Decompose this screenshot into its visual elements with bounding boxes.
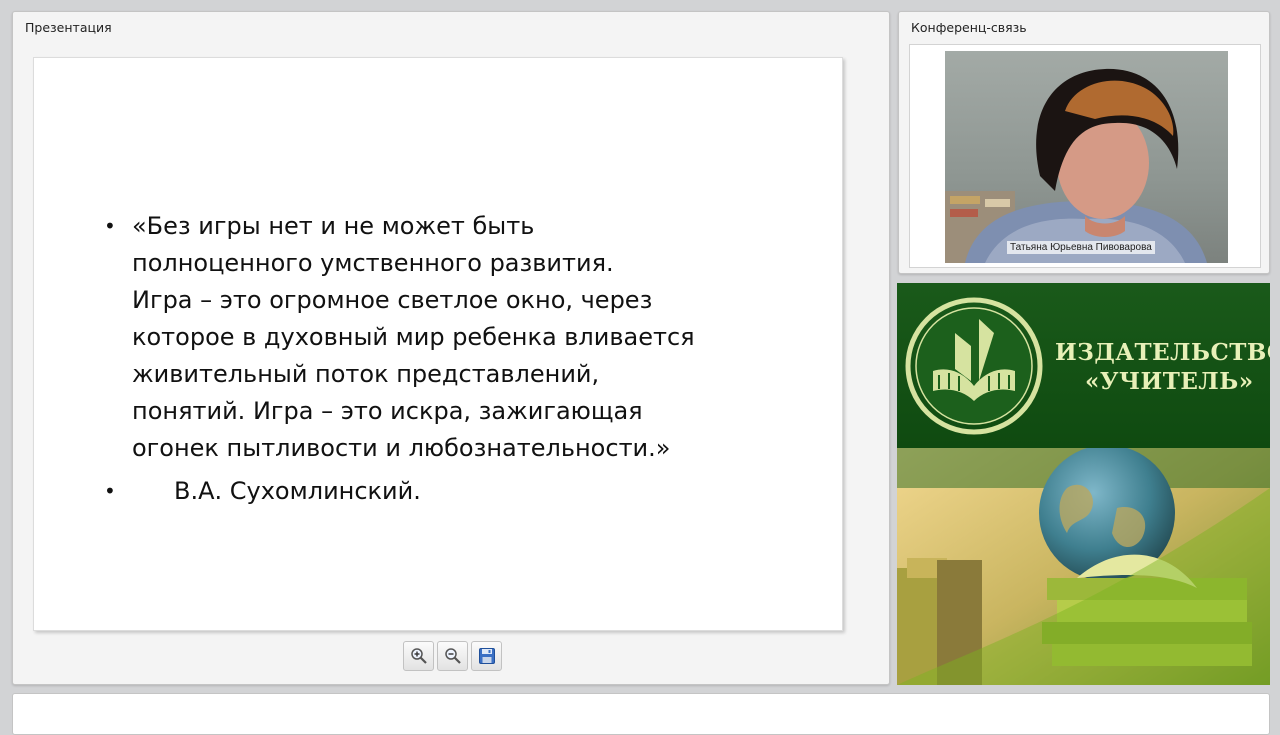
presentation-panel: Презентация • «Без игры нет и не может б… <box>12 11 890 685</box>
save-button[interactable] <box>471 641 502 671</box>
participant-name-label: Татьяна Юрьевна Пивоварова <box>1007 241 1155 254</box>
conference-panel: Конференц-связь Татьяна Юрьевна Пивоваро… <box>898 11 1270 274</box>
publisher-banner: ИЗДАТЕЛЬСТВО «УЧИТЕЛЬ» <box>897 283 1270 685</box>
quote-line: живительный поток представлений, <box>132 360 600 388</box>
presentation-slide: • «Без игры нет и не может быть полноцен… <box>33 57 843 631</box>
publisher-name-line2: «УЧИТЕЛЬ» <box>1085 368 1254 395</box>
slide-author: • В.А. Сухомлинский. <box>104 473 772 510</box>
zoom-in-button[interactable] <box>403 641 434 671</box>
conference-panel-title: Конференц-связь <box>911 20 1027 35</box>
zoom-out-button[interactable] <box>437 641 468 671</box>
quote-line: Игра – это огромное светлое окно, через <box>132 286 653 314</box>
slide-bullet-list: • «Без игры нет и не может быть полноцен… <box>104 208 772 510</box>
bottom-panel <box>12 693 1270 735</box>
bullet-marker: • <box>104 479 116 503</box>
quote-line: которое в духовный мир ребенка вливается <box>132 323 695 351</box>
participant-video[interactable]: Татьяна Юрьевна Пивоварова <box>945 51 1228 263</box>
quote-line: полноценного умственного развития. <box>132 249 614 277</box>
publisher-logo-icon <box>905 297 1043 435</box>
floppy-disk-icon <box>478 648 495 664</box>
zoom-out-icon <box>444 648 461 664</box>
presentation-toolbar <box>403 641 502 671</box>
quote-line: понятий. Игра – это искра, зажигающая <box>132 397 643 425</box>
quote-line: огонек пытливости и любознательности.» <box>132 434 671 462</box>
slide-quote: • «Без игры нет и не может быть полноцен… <box>104 208 772 467</box>
presentation-panel-title: Презентация <box>25 20 112 35</box>
video-container: Татьяна Юрьевна Пивоварова <box>909 44 1261 268</box>
publisher-banner-image <box>897 445 1270 685</box>
zoom-in-icon <box>410 648 427 664</box>
bullet-marker: • <box>104 214 116 238</box>
publisher-banner-header: ИЗДАТЕЛЬСТВО «УЧИТЕЛЬ» <box>897 283 1270 448</box>
author-name: В.А. Сухомлинский. <box>174 477 421 505</box>
quote-line: «Без игры нет и не может быть <box>132 212 535 240</box>
publisher-name-line1: ИЗДАТЕЛЬСТВО <box>1055 339 1270 366</box>
webcam-frame <box>945 68 1207 263</box>
books-globe-illustration <box>897 445 1270 685</box>
